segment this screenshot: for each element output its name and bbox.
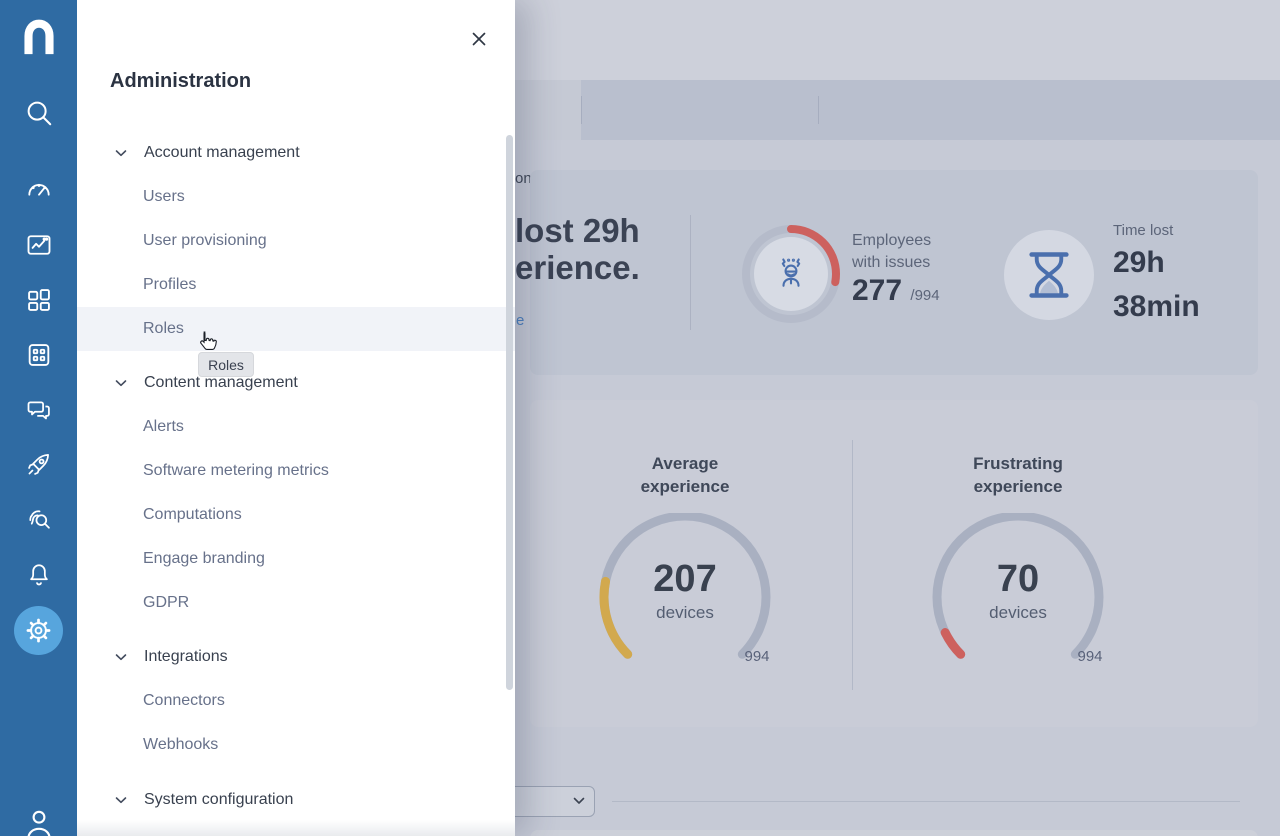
gauge-frustrating-max: 994 [1068, 648, 1112, 665]
section-content-management[interactable]: Content management [77, 361, 515, 405]
logo-n[interactable] [0, 16, 77, 58]
gauge-frustrating-value: 70 [958, 558, 1078, 601]
tab-separator [818, 96, 819, 124]
chevron-down-icon [115, 796, 127, 804]
menu-item-gdpr[interactable]: GDPR [77, 581, 515, 625]
time-lost-label: Time lost [1113, 222, 1173, 239]
menu-item-alerts[interactable]: Alerts [77, 405, 515, 449]
gauge-average-max: 994 [735, 648, 779, 665]
menu-item-roles[interactable]: Roles [77, 307, 515, 351]
engage-chat-icon[interactable] [0, 396, 77, 424]
gauge-average-title: Average experience [575, 452, 795, 498]
applications-calculator-icon[interactable] [0, 341, 77, 369]
roles-tooltip: Roles [198, 352, 254, 377]
employees-issues-value: 277 /994 [852, 274, 940, 308]
investigate-fingerprint-icon[interactable] [0, 505, 77, 533]
panel-bottom-fade [77, 820, 515, 836]
screen: ons Business applications Employee senti… [0, 0, 1280, 836]
menu-item-software-metering[interactable]: Software metering metrics [77, 449, 515, 493]
banner-headline: lost 29h erience. [515, 212, 640, 286]
menu-item-engage-branding[interactable]: Engage branding [77, 537, 515, 581]
section-account-management[interactable]: Account management [77, 131, 515, 175]
alerts-bell-icon[interactable] [0, 560, 77, 588]
section-integrations[interactable]: Integrations [77, 635, 515, 679]
menu-item-user-provisioning[interactable]: User provisioning [77, 219, 515, 263]
dashboard-gauge-icon[interactable] [0, 176, 77, 204]
time-lost-badge [1004, 230, 1094, 320]
time-lost-minutes: 38min [1113, 290, 1200, 324]
next-card-edge [530, 830, 1258, 836]
settings-gear-button[interactable] [14, 606, 63, 655]
profile-person-icon[interactable] [0, 806, 77, 836]
section-system-configuration[interactable]: System configuration [77, 778, 515, 822]
gauge-frustrating-title: Frustrating experience [908, 452, 1128, 498]
gauge-frustrating-unit: devices [958, 603, 1078, 623]
time-lost-hours: 29h [1113, 246, 1165, 280]
experience-gauges-card: Average experience 207 devices 994 Frust… [530, 400, 1258, 727]
gauge-average-unit: devices [625, 603, 745, 623]
tab-separator [581, 96, 582, 124]
banner-link-fragment[interactable]: e [516, 312, 524, 329]
panel-scrollbar-thumb[interactable] [506, 135, 513, 690]
menu-item-webhooks[interactable]: Webhooks [77, 723, 515, 767]
panel-title: Administration [110, 70, 251, 93]
monitoring-chart-icon[interactable] [0, 231, 77, 259]
search-icon[interactable] [0, 98, 77, 128]
chevron-down-icon [115, 379, 127, 387]
settings-gear-icon [25, 617, 52, 644]
menu-item-profiles[interactable]: Profiles [77, 263, 515, 307]
employees-issues-total: /994 [910, 287, 939, 304]
banner-headline-line1: lost 29h [515, 212, 640, 249]
menu-item-computations[interactable]: Computations [77, 493, 515, 537]
summary-banner-card: lost 29h erience. e [530, 170, 1258, 375]
banner-divider [690, 215, 691, 330]
app-sidebar [0, 0, 77, 836]
cursor-pointer-icon [192, 328, 219, 355]
chevron-down-icon [115, 149, 127, 157]
administration-panel: Administration Account management Users … [77, 0, 515, 836]
gauges-divider [852, 440, 853, 690]
employees-issues-ring [736, 219, 846, 329]
close-button[interactable] [468, 28, 490, 50]
gauge-average-value: 207 [625, 558, 745, 601]
chevron-down-icon [115, 653, 127, 661]
admin-menu: Account management Users User provisioni… [77, 131, 515, 822]
bottom-divider [612, 801, 1240, 802]
menu-item-users[interactable]: Users [77, 175, 515, 219]
dashboards-grid-icon[interactable] [0, 286, 77, 314]
banner-headline-line2: erience. [515, 249, 640, 286]
close-icon [471, 31, 487, 47]
chevron-down-icon [573, 797, 585, 805]
launch-rocket-icon[interactable] [0, 450, 77, 478]
employees-issues-label: Employees with issues [852, 230, 931, 274]
menu-item-connectors[interactable]: Connectors [77, 679, 515, 723]
